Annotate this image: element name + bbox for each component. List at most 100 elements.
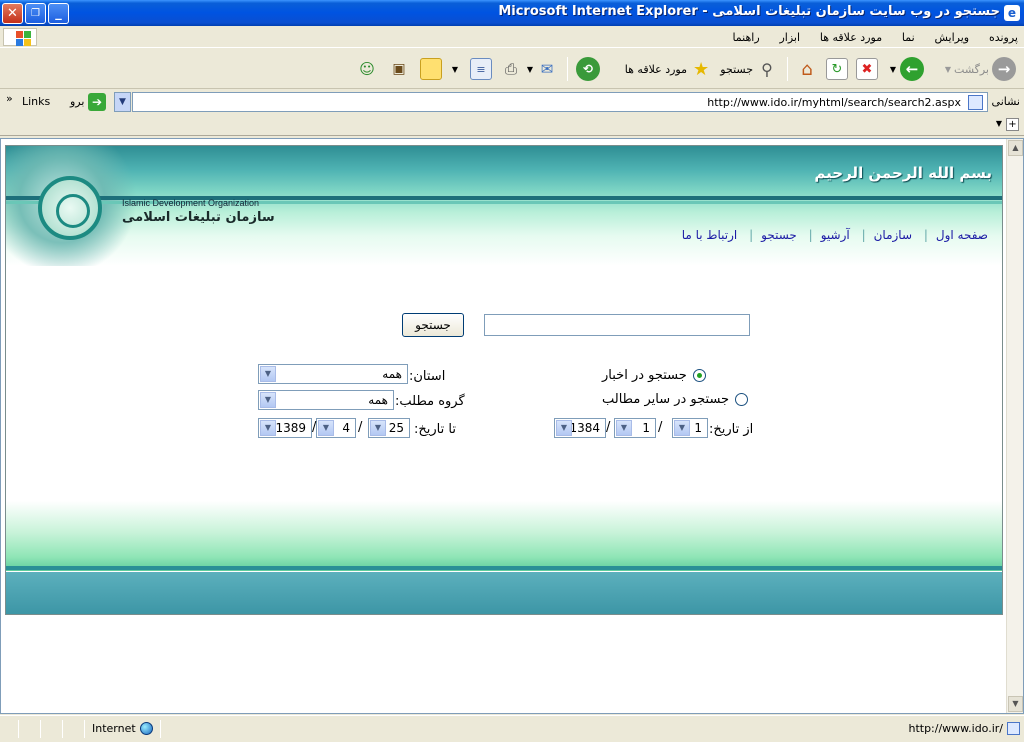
toolbar: → برگشت ▼ ← ▼ ✖ ↻ ⌂ ⚲ جستجو ★ مورد علاقه… (0, 49, 1024, 89)
search-toolbar-button[interactable]: ⚲ جستجو (720, 55, 778, 83)
nav-search[interactable]: جستجو (753, 228, 805, 242)
chevron-down-icon: ▼ (260, 392, 276, 408)
magnifier-icon: ⚲ (761, 59, 773, 79)
note-icon (420, 58, 442, 80)
back-button[interactable]: → برگشت ▼ (945, 55, 1016, 83)
stop-button[interactable]: ✖ (856, 55, 878, 83)
group-label: گروه مطلب: (395, 394, 465, 409)
address-bar: نشانی http://www.ido.ir/myhtml/search/se… (0, 90, 1024, 114)
discuss-button[interactable] (420, 55, 442, 83)
menu-favorites[interactable]: مورد علاقه ها (820, 31, 882, 44)
menu-help[interactable]: راهنما (732, 31, 759, 44)
browser-viewport: Islamic Development Organization سازمان … (0, 138, 1024, 714)
status-url-text: http://www.ido.ir/ (908, 722, 1003, 735)
messenger-icon: ☺ (359, 60, 375, 78)
restore-button[interactable]: ❐ (25, 3, 46, 24)
search-input[interactable] (484, 314, 750, 336)
from-month-select[interactable]: 1 ▼ (614, 418, 656, 438)
go-button[interactable]: برو (70, 95, 84, 108)
page-icon (968, 95, 983, 110)
status-bar: http://www.ido.ir/ Internet (0, 715, 1024, 742)
security-zone: Internet (92, 722, 153, 735)
nav-archive[interactable]: آرشیو (813, 228, 858, 242)
refresh-button[interactable]: ↻ (826, 55, 848, 83)
links-chevron-icon[interactable]: » (6, 92, 13, 105)
radio-other[interactable] (735, 393, 749, 406)
menu-tools[interactable]: ابزار (779, 31, 800, 44)
forward-arrow-icon: ← (900, 57, 924, 81)
zone-label: Internet (92, 722, 136, 735)
mail-dropdown-icon: ▼ (526, 64, 533, 74)
radio-news[interactable] (692, 369, 706, 382)
history-button[interactable]: ⟲ (576, 55, 600, 83)
province-value: همه (382, 367, 402, 381)
back-dropdown-icon: ▼ (944, 64, 952, 74)
from-day-select[interactable]: 1 ▼ (672, 418, 708, 438)
expand-icon[interactable]: + (1006, 118, 1019, 131)
radio-other-row[interactable]: جستجو در سایر مطالب (602, 392, 749, 407)
links-button[interactable]: Links (22, 95, 50, 108)
stop-icon: ✖ (856, 58, 878, 80)
forward-dropdown-icon[interactable]: ▼ (890, 55, 896, 83)
province-select[interactable]: همه ▼ (258, 364, 408, 384)
edit-dropdown-icon[interactable]: ▼ (452, 55, 458, 83)
group-select[interactable]: همه ▼ (258, 390, 394, 410)
research-button[interactable]: ▣ (388, 55, 410, 83)
globe-icon (139, 722, 153, 735)
to-year-select[interactable]: 1389 ▼ (258, 418, 312, 438)
scroll-up-icon[interactable]: ▲ (1008, 140, 1023, 156)
address-input[interactable]: http://www.ido.ir/myhtml/search/search2.… (132, 92, 988, 112)
chevron-down-icon: ▼ (674, 420, 690, 436)
to-day-select[interactable]: 25 ▼ (368, 418, 410, 438)
radio-news-label: جستجو در اخبار (602, 368, 687, 383)
province-label: استان: (409, 369, 446, 384)
menu-bar: پرونده ویرایش نما مورد علاقه ها ابزار را… (0, 26, 1024, 48)
nav-home[interactable]: صفحه اول (928, 228, 996, 242)
mail-button[interactable]: ✉ ▼ (527, 55, 558, 83)
back-arrow-icon: → (992, 57, 1016, 81)
to-month-select[interactable]: 4 ▼ (316, 418, 356, 438)
radio-news-row[interactable]: جستجو در اخبار (602, 368, 706, 383)
address-url[interactable]: http://www.ido.ir/myhtml/search/search2.… (707, 96, 961, 109)
footer-bar (6, 572, 1002, 614)
vertical-scrollbar[interactable]: ▲ ▼ (1006, 139, 1023, 713)
edit-page-icon: ≡ (470, 58, 492, 80)
home-button[interactable]: ⌂ (796, 55, 818, 83)
print-button[interactable]: ⎙ (500, 55, 522, 83)
history-icon: ⟲ (576, 57, 600, 81)
nav-organization[interactable]: سازمان (866, 228, 920, 242)
web-page: Islamic Development Organization سازمان … (5, 145, 1003, 615)
edit-button[interactable]: ≡ (470, 55, 492, 83)
title-bar: e جستجو در وب سایت سازمان تبلیغات اسلامی… (0, 0, 1024, 26)
group-value: همه (368, 393, 388, 407)
nav-contact[interactable]: ارتباط با ما (674, 228, 746, 242)
back-label: برگشت (954, 62, 989, 76)
window-title: جستجو در وب سایت سازمان تبلیغات اسلامی -… (498, 4, 1000, 19)
site-banner: Islamic Development Organization سازمان … (6, 146, 1002, 266)
chevron-down-icon: ▼ (260, 366, 276, 382)
linksbar-dropdown-icon[interactable]: ▼ (996, 119, 1002, 128)
minimize-button[interactable]: _ (48, 3, 69, 24)
org-name-en: Islamic Development Organization (122, 198, 260, 208)
footer-gradient (6, 501, 1002, 571)
chevron-down-icon: ▼ (260, 420, 276, 436)
chevron-down-icon: ▼ (556, 420, 572, 436)
scroll-down-icon[interactable]: ▼ (1008, 696, 1023, 712)
messenger-button[interactable]: ☺ (356, 55, 378, 83)
from-year-select[interactable]: 1384 ▼ (554, 418, 606, 438)
address-dropdown-icon[interactable]: ▼ (114, 92, 131, 112)
close-button[interactable]: ✕ (2, 3, 23, 24)
search-button[interactable]: جستجو (402, 313, 464, 337)
menu-file[interactable]: پرونده (989, 31, 1018, 44)
forward-button[interactable]: ← (900, 55, 924, 83)
favorites-button[interactable]: ★ مورد علاقه ها (625, 55, 712, 83)
from-date-label: از تاریخ: (709, 422, 754, 437)
menu-edit[interactable]: ویرایش (935, 31, 970, 44)
research-icon: ▣ (392, 61, 406, 77)
mail-icon: ✉ (540, 60, 554, 78)
radio-other-label: جستجو در سایر مطالب (602, 392, 730, 407)
menu-view[interactable]: نما (902, 31, 915, 44)
address-label: نشانی (991, 95, 1020, 108)
chevron-down-icon: ▼ (370, 420, 386, 436)
go-arrow-icon[interactable]: ➔ (88, 93, 106, 111)
